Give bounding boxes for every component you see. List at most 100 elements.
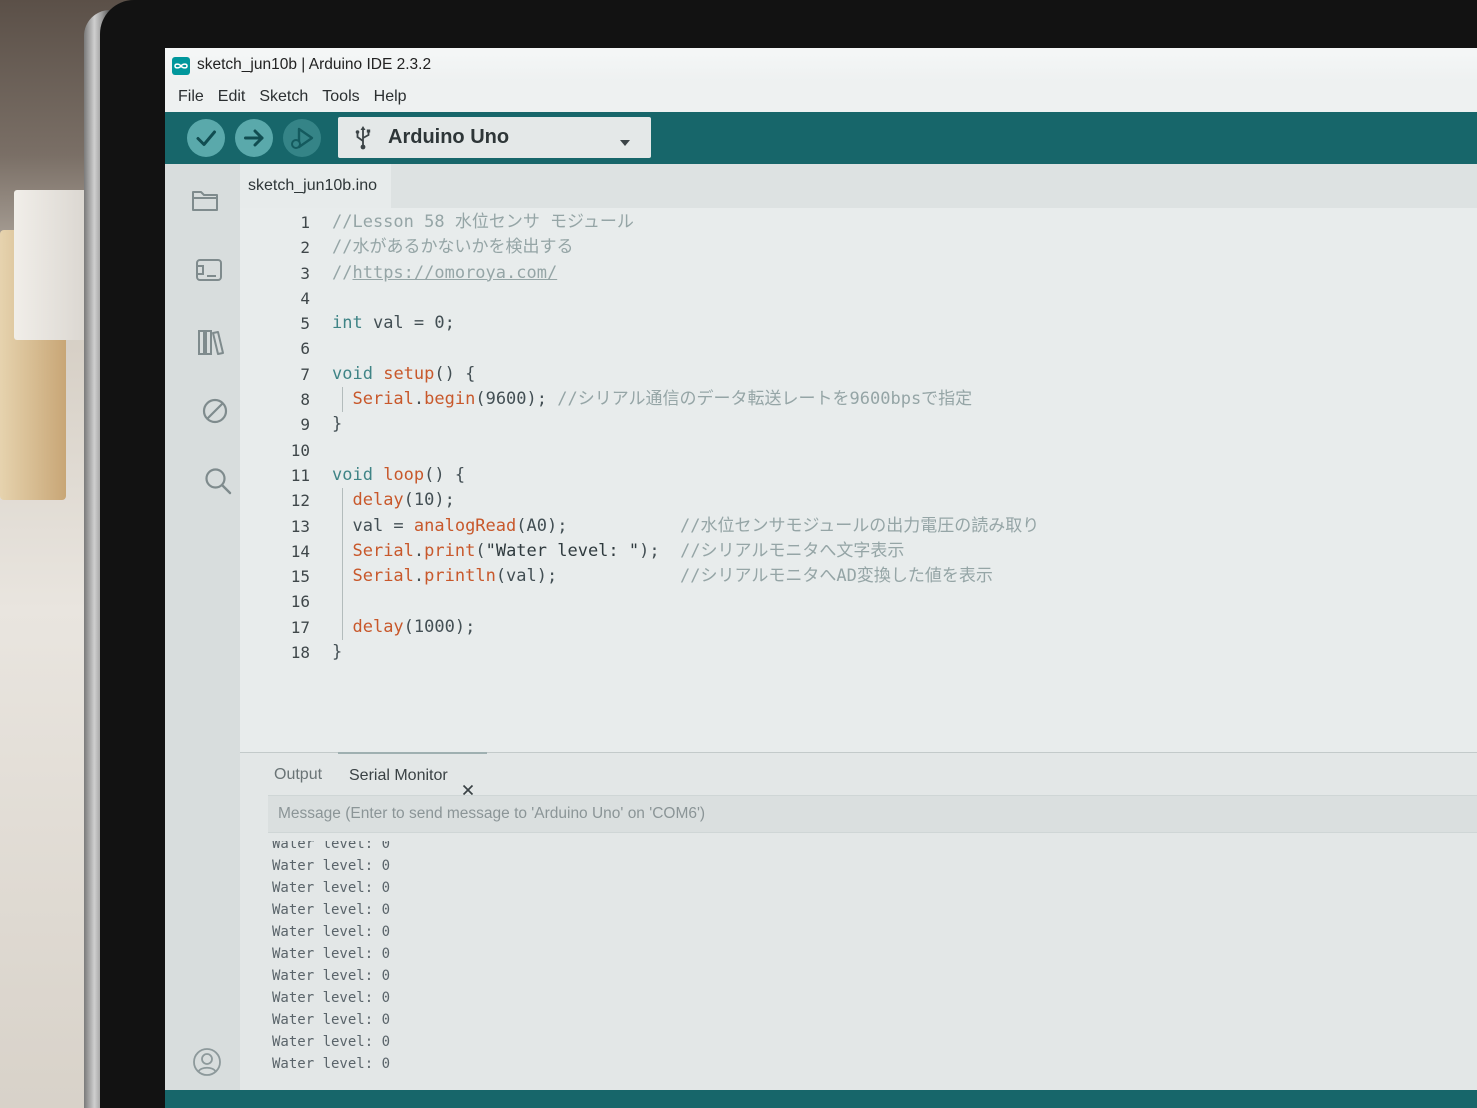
serial-output-line: Water level: 0 bbox=[272, 1012, 391, 1028]
file-tab[interactable]: sketch_jun10b.ino bbox=[240, 164, 391, 208]
code-token: int bbox=[332, 313, 363, 334]
code-line[interactable]: //水があるかないかを検出する bbox=[332, 235, 1477, 260]
serial-output-line: Water level: 0 bbox=[272, 968, 391, 984]
code-token: void bbox=[332, 363, 373, 384]
code-line[interactable]: Serial.print("Water level: "); //シリアルモニタ… bbox=[332, 538, 1477, 565]
code-token: void bbox=[332, 464, 373, 485]
menu-file[interactable]: File bbox=[178, 88, 204, 106]
line-number: 12 bbox=[290, 491, 310, 511]
board-manager-icon[interactable] bbox=[194, 255, 224, 285]
chevron-down-icon-graphic bbox=[620, 140, 630, 146]
board-selector-label: Arduino Uno bbox=[388, 126, 510, 148]
account-icon[interactable] bbox=[192, 1047, 222, 1077]
library-icon[interactable] bbox=[196, 327, 226, 357]
code-token: //シリアルモニタへAD変換した値を表示 bbox=[680, 566, 993, 587]
debug-button[interactable] bbox=[283, 119, 321, 157]
code-token: //Lesson 58 水位センサ モジュール bbox=[332, 212, 634, 232]
sidebar bbox=[165, 164, 240, 1090]
code-line[interactable]: //Lesson 58 水位センサ モジュール bbox=[332, 210, 1477, 235]
code-token: https://omoroya.com/ bbox=[352, 262, 558, 283]
serial-output-line: Water level: 0 bbox=[272, 902, 391, 918]
debug-icon bbox=[283, 119, 321, 157]
code-line[interactable] bbox=[332, 286, 1477, 311]
menu-tools[interactable]: Tools bbox=[322, 88, 359, 106]
title-bar: sketch_jun10b | Arduino IDE 2.3.2 bbox=[165, 48, 1477, 82]
serial-output-line: Water level: 0 bbox=[272, 858, 391, 874]
line-number: 18 bbox=[290, 643, 310, 663]
code-line[interactable] bbox=[332, 438, 1477, 463]
code-token: Serial bbox=[352, 566, 414, 587]
background-paper-card bbox=[14, 190, 92, 340]
verify-button[interactable] bbox=[187, 119, 225, 157]
menu-help[interactable]: Help bbox=[374, 88, 407, 106]
check-icon bbox=[187, 119, 225, 157]
code-line[interactable] bbox=[332, 589, 1477, 615]
folder-icon[interactable] bbox=[190, 185, 220, 215]
upload-button[interactable] bbox=[235, 119, 273, 157]
code-token: "Water level: " bbox=[485, 540, 640, 561]
tab-serial-monitor[interactable]: Serial Monitor bbox=[338, 752, 487, 796]
board-selector[interactable]: Arduino Uno bbox=[338, 117, 651, 158]
arrow-right-icon bbox=[235, 119, 273, 157]
main-area: sketch_jun10b.ino 1 2 3 4 5 6 7 8 9 10 11 12 13 14 15 1… bbox=[240, 164, 1477, 1090]
folder-icon-graphic bbox=[192, 191, 218, 211]
line-number: 14 bbox=[290, 541, 310, 561]
code-token: print bbox=[424, 540, 476, 561]
code-line[interactable]: } bbox=[332, 640, 1477, 665]
serial-output-line: Water level: 0 bbox=[272, 924, 391, 940]
code-line[interactable]: val = analogRead(A0); //水位センサモジュールの出力電圧の… bbox=[332, 513, 1477, 539]
file-tab-bar: sketch_jun10b.ino bbox=[240, 164, 1477, 208]
code-token: val = bbox=[332, 515, 414, 536]
code-editor[interactable]: 1 2 3 4 5 6 7 8 9 10 11 12 13 14 15 16 17 18 //Lesson 58 … bbox=[240, 208, 1477, 752]
line-number: 4 bbox=[300, 288, 310, 308]
code-token: println bbox=[424, 566, 496, 587]
code-token: (1000); bbox=[403, 616, 476, 637]
library-icon-graphic bbox=[198, 330, 224, 355]
line-number: 2 bbox=[300, 238, 310, 258]
status-bar bbox=[165, 1090, 1477, 1108]
code-line[interactable] bbox=[332, 336, 1477, 361]
code-token: Serial bbox=[352, 389, 414, 410]
menu-sketch[interactable]: Sketch bbox=[259, 88, 308, 106]
account-icon-graphic bbox=[193, 1048, 221, 1076]
line-number: 9 bbox=[300, 415, 310, 435]
indent-guide bbox=[342, 387, 343, 413]
no-entry-debug-icon[interactable] bbox=[200, 396, 230, 426]
code-token: //シリアル通信のデータ転送レートを9600bpsで指定 bbox=[557, 389, 973, 410]
code-line[interactable]: void setup() { bbox=[332, 362, 1477, 387]
usb-icon bbox=[354, 126, 372, 150]
indent-guide bbox=[342, 564, 343, 590]
code-token: delay bbox=[352, 616, 404, 637]
code-line[interactable]: delay(1000); bbox=[332, 614, 1477, 641]
code-token: } bbox=[332, 414, 343, 435]
code-line[interactable]: void loop() { bbox=[332, 463, 1477, 488]
serial-output-area[interactable]: Water level: 0 Water level: 0 Water level:… bbox=[240, 841, 1477, 1091]
code-token: //シリアルモニタへ文字表示 bbox=[680, 540, 905, 561]
code-token: (9600); bbox=[475, 389, 558, 410]
search-icon[interactable] bbox=[203, 466, 233, 496]
code-line[interactable]: //https://omoroya.com/ bbox=[332, 261, 1477, 286]
arduino-logo-icon bbox=[172, 57, 190, 75]
code-area[interactable]: //Lesson 58 水位センサ モジュール //水があるかないかを検出する //… bbox=[332, 210, 1477, 665]
code-token: //水位センサモジュールの出力電圧の読み取り bbox=[680, 515, 1040, 536]
serial-message-input[interactable] bbox=[268, 795, 1477, 833]
code-line[interactable]: } bbox=[332, 412, 1477, 437]
window-title: sketch_jun10b | Arduino IDE 2.3.2 bbox=[197, 56, 432, 73]
code-line[interactable]: int val = 0; bbox=[332, 311, 1477, 336]
code-line[interactable]: Serial.begin(9600); //シリアル通信のデータ転送レートを96… bbox=[332, 387, 1477, 413]
code-token: analogRead bbox=[413, 515, 517, 536]
line-number: 7 bbox=[300, 364, 310, 384]
code-token: ); bbox=[639, 540, 681, 561]
line-number: 15 bbox=[290, 567, 310, 587]
line-number: 11 bbox=[290, 465, 310, 485]
code-line[interactable]: Serial.println(val); //シリアルモニタへAD変換した値を表… bbox=[332, 564, 1477, 590]
code-line[interactable]: delay(10); bbox=[332, 488, 1477, 514]
menu-edit[interactable]: Edit bbox=[218, 88, 246, 106]
tab-output[interactable]: Output bbox=[274, 753, 322, 794]
arduino-logo-icon-graphic bbox=[172, 57, 190, 75]
chevron-down-icon[interactable] bbox=[620, 134, 630, 146]
close-icon[interactable] bbox=[462, 770, 474, 796]
code-token: (10); bbox=[403, 490, 455, 511]
serial-output-line: Water level: 0 bbox=[272, 841, 391, 852]
